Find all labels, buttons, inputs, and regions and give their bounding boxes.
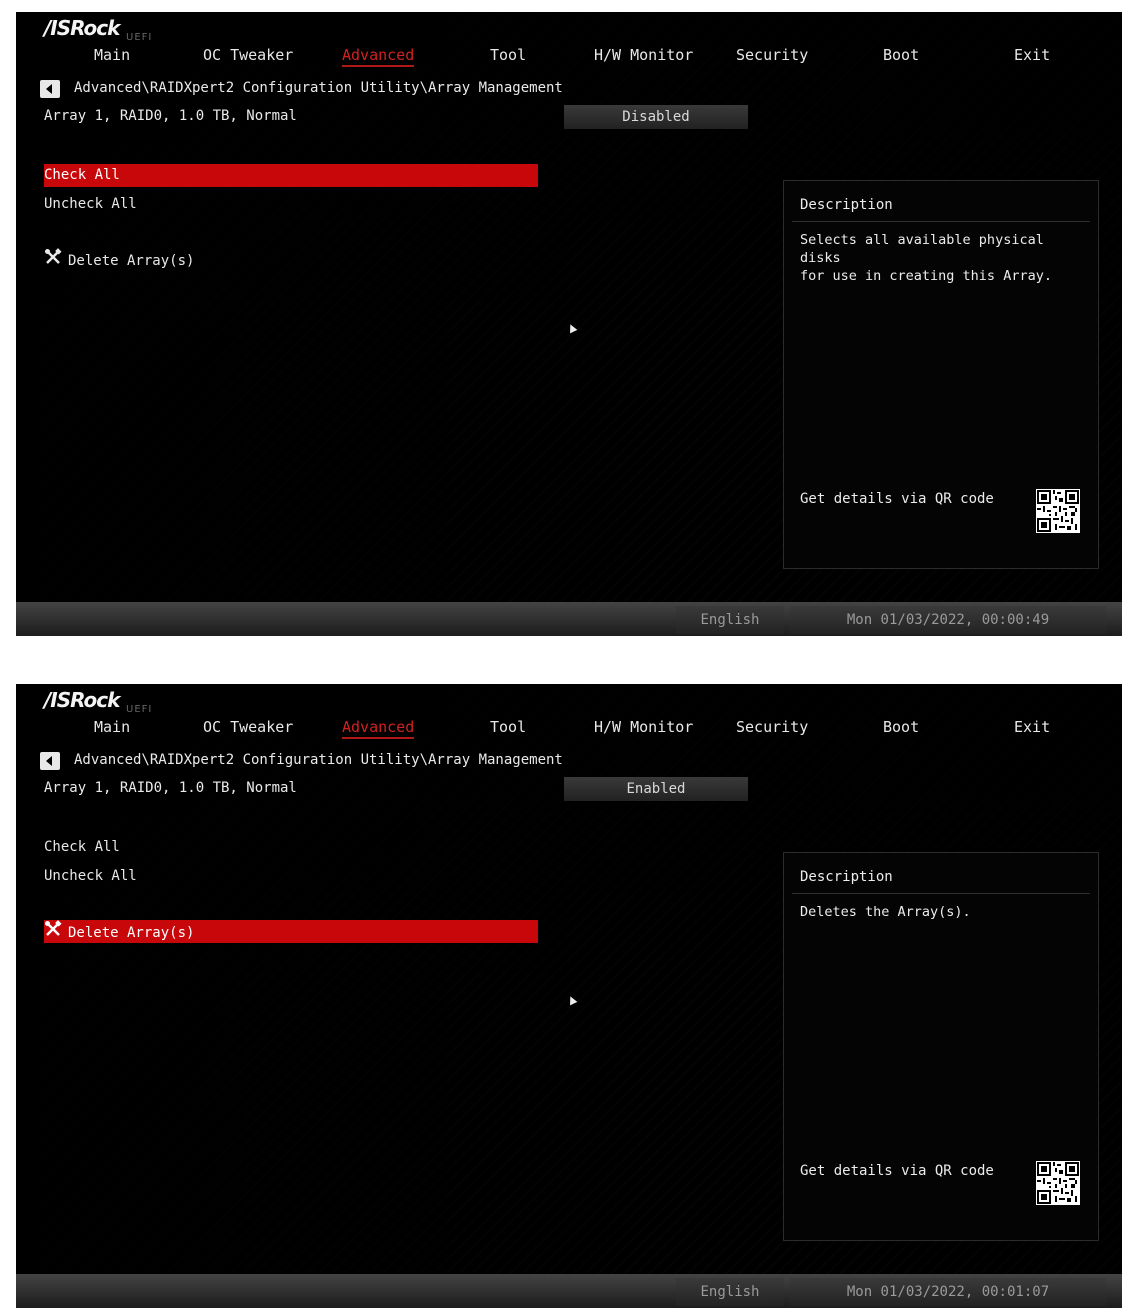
datetime-display: Mon 01/03/2022, 00:00:49 — [790, 606, 1106, 634]
menu-item-label: Check All — [44, 839, 120, 855]
array-value-option[interactable]: Enabled — [564, 777, 748, 801]
menu-item-delete-array[interactable]: Delete Array(s) — [44, 920, 538, 943]
status-bar: English Mon 01/03/2022, 00:00:49 — [16, 602, 1122, 636]
breadcrumb: Advanced\RAIDXpert2 Configuration Utilit… — [74, 752, 563, 768]
menu-item-label: Check All — [44, 167, 120, 183]
tab-main[interactable]: Main — [94, 46, 130, 64]
asrock-logo: /ISRock — [44, 16, 120, 40]
menu-item-label: Delete Array(s) — [68, 253, 195, 269]
tools-icon — [44, 920, 64, 946]
menu-item-uncheck-all[interactable]: Uncheck All — [44, 865, 538, 888]
asrock-logo: /ISRock — [44, 688, 120, 712]
menu-item-label: Delete Array(s) — [68, 925, 195, 941]
tab-hw-monitor[interactable]: H/W Monitor — [594, 46, 693, 64]
uefi-label: UEFI — [126, 32, 153, 43]
description-title: Description — [800, 197, 893, 213]
menu-item-label: Uncheck All — [44, 196, 137, 212]
qr-code-icon — [1036, 1161, 1080, 1205]
uefi-label: UEFI — [126, 704, 153, 715]
tab-boot[interactable]: Boot — [883, 718, 919, 736]
qr-code-icon — [1036, 489, 1080, 533]
tab-advanced[interactable]: Advanced — [342, 718, 415, 739]
tab-main[interactable]: Main — [94, 718, 130, 736]
description-panel: Description Selects all available physic… — [783, 180, 1099, 569]
tab-oc-tweaker[interactable]: OC Tweaker — [203, 718, 293, 736]
bios-screen-1: /ISRock UEFI Main OC Tweaker Advanced To… — [16, 12, 1122, 636]
tab-tool[interactable]: Tool — [490, 718, 526, 736]
back-arrow-icon[interactable] — [40, 80, 60, 98]
description-text: Deletes the Array(s). — [800, 904, 971, 920]
menu-item-label: Uncheck All — [44, 868, 137, 884]
tab-exit[interactable]: Exit — [1014, 718, 1050, 736]
menu-item-uncheck-all[interactable]: Uncheck All — [44, 193, 538, 216]
language-button[interactable]: English — [676, 1278, 784, 1306]
bios-screen-2: /ISRock UEFI Main OC Tweaker Advanced To… — [16, 684, 1122, 1308]
tab-oc-tweaker[interactable]: OC Tweaker — [203, 46, 293, 64]
tab-tool[interactable]: Tool — [490, 46, 526, 64]
tools-icon — [44, 248, 64, 274]
qr-label: Get details via QR code — [800, 1163, 994, 1179]
status-bar: English Mon 01/03/2022, 00:01:07 — [16, 1274, 1122, 1308]
array-label: Array 1, RAID0, 1.0 TB, Normal — [44, 780, 297, 796]
language-button[interactable]: English — [676, 606, 784, 634]
tab-hw-monitor[interactable]: H/W Monitor — [594, 718, 693, 736]
description-title: Description — [800, 869, 893, 885]
divider — [792, 893, 1090, 894]
menu-item-check-all[interactable]: Check All — [44, 836, 538, 859]
description-text: Selects all available physical disks for… — [800, 232, 1052, 284]
menu-item-check-all[interactable]: Check All — [44, 164, 538, 187]
qr-label: Get details via QR code — [800, 491, 994, 507]
breadcrumb: Advanced\RAIDXpert2 Configuration Utilit… — [74, 80, 563, 96]
tab-advanced[interactable]: Advanced — [342, 46, 415, 67]
description-panel: Description Deletes the Array(s). Get de… — [783, 852, 1099, 1241]
array-label: Array 1, RAID0, 1.0 TB, Normal — [44, 108, 297, 124]
array-value-option[interactable]: Disabled — [564, 105, 748, 129]
tab-security[interactable]: Security — [736, 718, 808, 736]
divider — [792, 221, 1090, 222]
tab-boot[interactable]: Boot — [883, 46, 919, 64]
back-arrow-icon[interactable] — [40, 752, 60, 770]
datetime-display: Mon 01/03/2022, 00:01:07 — [790, 1278, 1106, 1306]
tab-exit[interactable]: Exit — [1014, 46, 1050, 64]
menu-item-delete-array[interactable]: Delete Array(s) — [44, 248, 538, 271]
tab-security[interactable]: Security — [736, 46, 808, 64]
